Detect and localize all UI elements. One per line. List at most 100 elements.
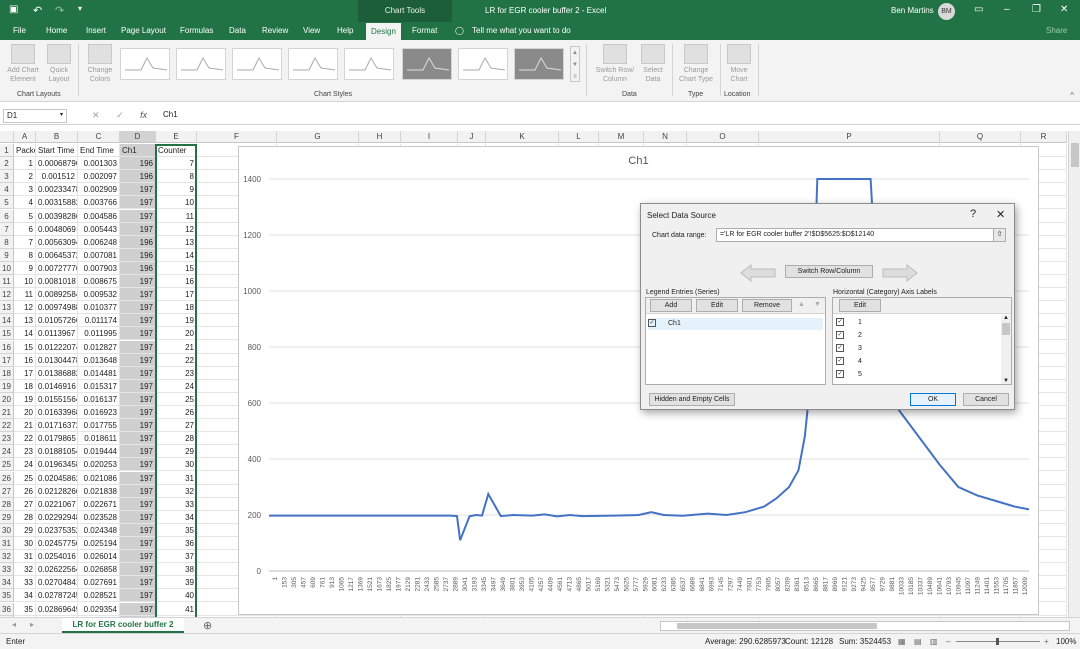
- header-cell[interactable]: Packet: [14, 144, 36, 157]
- table-cell[interactable]: 0.027048419: [36, 576, 78, 590]
- table-cell[interactable]: 197: [120, 392, 156, 406]
- select-all-corner[interactable]: [0, 131, 14, 143]
- remove-series-button[interactable]: Remove: [742, 299, 792, 312]
- table-cell[interactable]: 0.01963458: [36, 458, 78, 472]
- horizontal-scroll-thumb[interactable]: [677, 623, 877, 629]
- row-header[interactable]: 16: [0, 340, 14, 354]
- column-header[interactable]: N: [644, 131, 687, 143]
- table-cell[interactable]: 0.02045862: [36, 471, 78, 485]
- table-cell[interactable]: 0.002097: [78, 170, 120, 184]
- table-cell[interactable]: 0.028696499: [36, 602, 78, 616]
- table-cell[interactable]: 196: [120, 261, 156, 275]
- add-series-button[interactable]: Add: [650, 299, 692, 312]
- row-header[interactable]: 31: [0, 537, 14, 550]
- tab-help[interactable]: Help: [337, 22, 353, 40]
- table-cell[interactable]: 0.019444: [78, 445, 120, 459]
- table-cell[interactable]: 197: [120, 523, 156, 537]
- table-cell[interactable]: 17: [14, 366, 36, 380]
- table-cell[interactable]: 196: [120, 248, 156, 262]
- zoom-in-icon[interactable]: +: [1044, 634, 1049, 649]
- table-cell[interactable]: 20: [14, 406, 36, 419]
- table-cell[interactable]: 0.001512: [36, 170, 78, 184]
- insert-function-icon[interactable]: fx: [140, 110, 147, 120]
- table-cell[interactable]: 3: [14, 183, 36, 197]
- tab-home[interactable]: Home: [46, 22, 67, 40]
- table-cell[interactable]: 0.029354: [78, 602, 120, 616]
- switch-row-column-button[interactable]: Switch Row/ Column: [592, 44, 638, 84]
- table-cell[interactable]: 0.00068796: [36, 157, 78, 171]
- axis-label-checkbox[interactable]: ✓: [836, 370, 844, 379]
- table-cell[interactable]: 197: [120, 419, 156, 433]
- normal-view-icon[interactable]: ▦: [898, 634, 906, 649]
- header-cell[interactable]: End Time: [78, 144, 120, 157]
- table-cell[interactable]: 0.016923: [78, 406, 120, 419]
- new-sheet-icon[interactable]: ⊕: [203, 619, 212, 632]
- table-cell[interactable]: 0.024348: [78, 523, 120, 537]
- cancel-button[interactable]: Cancel: [963, 393, 1009, 406]
- table-cell[interactable]: 0.003766: [78, 196, 120, 210]
- tab-page-layout[interactable]: Page Layout: [121, 22, 166, 40]
- row-header[interactable]: 19: [0, 379, 14, 393]
- table-cell[interactable]: 0.02457756: [36, 537, 78, 550]
- undo-icon[interactable]: ↶: [33, 4, 42, 17]
- table-cell[interactable]: 197: [120, 497, 156, 511]
- row-header[interactable]: 5: [0, 196, 14, 210]
- table-cell[interactable]: 1: [14, 157, 36, 171]
- table-cell[interactable]: 0.01057266: [36, 314, 78, 328]
- table-cell[interactable]: 34: [14, 589, 36, 603]
- column-header[interactable]: D: [120, 131, 156, 143]
- chart-style-7[interactable]: [458, 48, 508, 80]
- tab-insert[interactable]: Insert: [86, 22, 106, 40]
- quick-layout-button[interactable]: Quick Layout: [45, 44, 73, 84]
- table-cell[interactable]: 0.010377: [78, 301, 120, 315]
- table-cell[interactable]: 15: [14, 340, 36, 354]
- save-icon[interactable]: ▣: [9, 4, 18, 15]
- table-cell[interactable]: 2: [14, 170, 36, 184]
- sheet-tab[interactable]: LR for EGR cooler buffer 2: [62, 618, 184, 633]
- table-cell[interactable]: 0.016137: [78, 392, 120, 406]
- row-header[interactable]: 7: [0, 222, 14, 236]
- chart-style-1[interactable]: [120, 48, 170, 80]
- zoom-out-icon[interactable]: –: [946, 634, 950, 649]
- row-header[interactable]: 1: [0, 144, 14, 157]
- column-header[interactable]: R: [1021, 131, 1067, 143]
- table-cell[interactable]: 0.022671: [78, 497, 120, 511]
- table-cell[interactable]: 0.017755: [78, 419, 120, 433]
- table-cell[interactable]: 5: [14, 209, 36, 223]
- column-header[interactable]: Q: [940, 131, 1021, 143]
- axis-label-checkbox[interactable]: ✓: [836, 357, 844, 366]
- table-cell[interactable]: 0.027872459: [36, 589, 78, 603]
- table-cell[interactable]: 33: [14, 576, 36, 590]
- change-chart-type-button[interactable]: Change Chart Type: [676, 44, 716, 84]
- avatar[interactable]: BM: [938, 3, 955, 20]
- table-cell[interactable]: 197: [120, 196, 156, 210]
- row-header[interactable]: 2: [0, 157, 14, 171]
- table-cell[interactable]: 0.01881054: [36, 445, 78, 459]
- table-cell[interactable]: 197: [120, 379, 156, 393]
- table-cell[interactable]: 0.008675: [78, 275, 120, 288]
- table-cell[interactable]: 197: [120, 314, 156, 328]
- tab-formulas[interactable]: Formulas: [180, 22, 213, 40]
- table-cell[interactable]: 0.002909: [78, 183, 120, 197]
- row-header[interactable]: 21: [0, 406, 14, 419]
- column-header[interactable]: H: [359, 131, 401, 143]
- table-cell[interactable]: 197: [120, 445, 156, 459]
- table-cell[interactable]: 10: [14, 275, 36, 288]
- table-cell[interactable]: 197: [120, 589, 156, 603]
- chart-style-6[interactable]: [402, 48, 452, 80]
- row-header[interactable]: 12: [0, 288, 14, 302]
- table-cell[interactable]: 197: [120, 432, 156, 446]
- hidden-empty-cells-button[interactable]: Hidden and Empty Cells: [649, 393, 735, 406]
- axis-label-item[interactable]: ✓ 1: [836, 317, 862, 329]
- tab-format[interactable]: Format: [412, 22, 437, 40]
- table-cell[interactable]: 197: [120, 510, 156, 524]
- table-cell[interactable]: 197: [120, 471, 156, 485]
- row-header[interactable]: 11: [0, 275, 14, 288]
- chart-data-range-input[interactable]: ='LR for EGR cooler buffer 2'!$D$5625:$D…: [716, 228, 1006, 242]
- row-header[interactable]: 26: [0, 471, 14, 485]
- table-cell[interactable]: 197: [120, 602, 156, 616]
- vertical-scrollbar[interactable]: [1068, 131, 1080, 617]
- dialog-close-icon[interactable]: ✕: [996, 208, 1005, 221]
- table-cell[interactable]: 35: [14, 602, 36, 616]
- column-header[interactable]: K: [486, 131, 559, 143]
